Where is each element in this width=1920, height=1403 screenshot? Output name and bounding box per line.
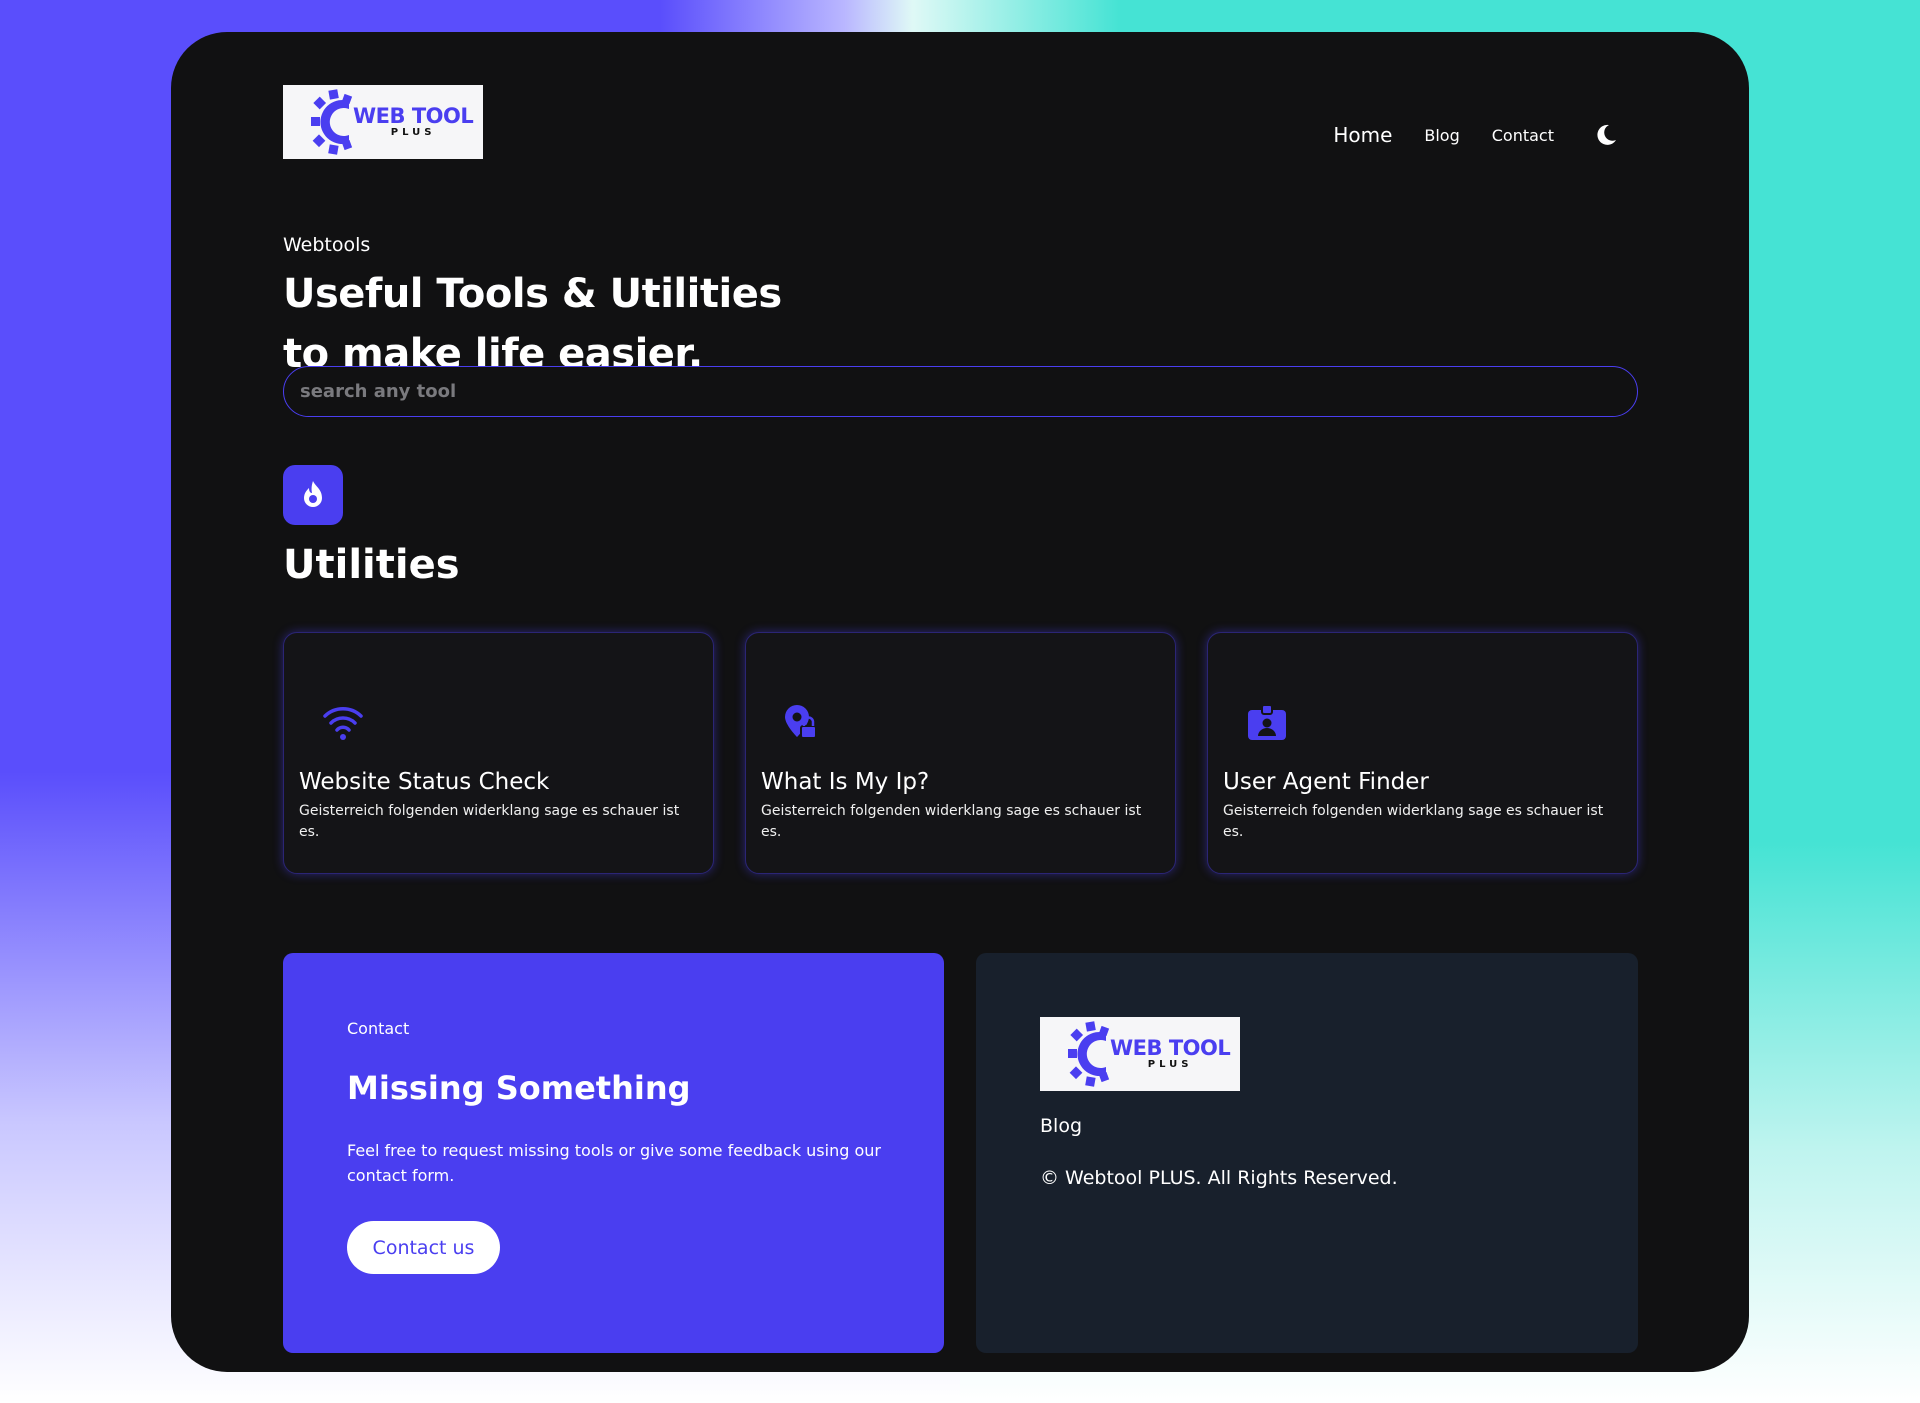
copyright-text: © Webtool PLUS. All Rights Reserved. [1040, 1167, 1398, 1189]
tool-cards: Website Status Check Geisterreich folgen… [283, 632, 1638, 874]
footer-logo[interactable]: WEB TOOL PLUS [1040, 1017, 1240, 1091]
nav-contact-link[interactable]: Contact [1492, 126, 1554, 145]
nav-home-link[interactable]: Home [1333, 123, 1392, 147]
card-title: What Is My Ip? [761, 769, 930, 795]
section-title: Utilities [283, 542, 460, 588]
contact-panel: Contact Missing Something Feel free to r… [283, 953, 944, 1353]
contact-text: Feel free to request missing tools or gi… [347, 1141, 881, 1185]
card-title: User Agent Finder [1223, 769, 1429, 795]
contact-label: Contact [347, 1019, 410, 1038]
card-description: Geisterreich folgenden widerklang sage e… [1223, 803, 1604, 840]
fire-icon [304, 481, 322, 507]
search-input[interactable] [283, 366, 1638, 417]
wifi-icon [323, 707, 363, 740]
card-description: Geisterreich folgenden widerklang sage e… [761, 803, 1142, 840]
top-nav: Home Blog Contact [1333, 112, 1638, 158]
headline-line-1: Useful Tools & Utilities [283, 271, 782, 317]
contact-title: Missing Something [347, 1069, 691, 1107]
card-description: Geisterreich folgenden widerklang sage e… [299, 803, 680, 840]
nav-blog-link[interactable]: Blog [1424, 126, 1459, 145]
footer-panel: WEB TOOL PLUS Blog © Webtool PLUS. All R… [976, 953, 1638, 1353]
contact-us-button[interactable]: Contact us [347, 1221, 500, 1274]
tool-card-what-is-my-ip[interactable]: What Is My Ip? Geisterreich folgenden wi… [745, 632, 1176, 874]
logo-sub-text: PLUS [1147, 1059, 1193, 1070]
logo-sub-text: PLUS [390, 127, 436, 138]
gear-logo-icon [311, 89, 353, 155]
main-window: WEB TOOL PLUS Home Blog Contact Webtools… [171, 32, 1749, 1372]
logo-main-text: WEB TOOL [1110, 1036, 1231, 1060]
site-logo[interactable]: WEB TOOL PLUS [283, 85, 483, 159]
tool-card-website-status[interactable]: Website Status Check Geisterreich folgen… [283, 632, 714, 874]
moon-icon[interactable] [1594, 123, 1618, 147]
tool-card-user-agent-finder[interactable]: User Agent Finder Geisterreich folgenden… [1207, 632, 1638, 874]
location-lock-icon [785, 705, 817, 739]
hero-eyebrow: Webtools [283, 234, 371, 256]
gear-logo-icon [1068, 1021, 1110, 1087]
footer-blog-link[interactable]: Blog [1040, 1115, 1082, 1137]
logo-main-text: WEB TOOL [353, 104, 474, 128]
id-badge-icon [1248, 704, 1286, 740]
card-title: Website Status Check [299, 769, 550, 795]
fire-icon-badge [283, 465, 343, 525]
